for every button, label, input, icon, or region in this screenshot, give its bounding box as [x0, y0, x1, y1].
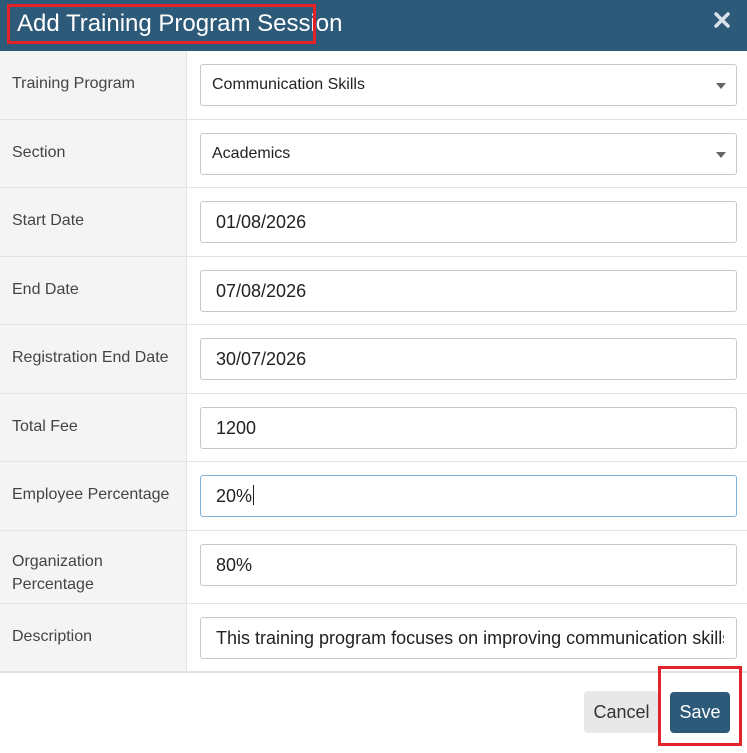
- form-row-registration-end-date: Registration End Date 30/07/2026: [0, 325, 747, 394]
- description-input[interactable]: This training program focuses on improvi…: [200, 617, 737, 659]
- chevron-down-icon: [716, 83, 726, 89]
- form-row-total-fee: Total Fee 1200: [0, 394, 747, 462]
- close-icon[interactable]: [713, 9, 731, 31]
- employee-percentage-value: 20%: [216, 486, 253, 506]
- training-program-select[interactable]: Communication Skills: [200, 64, 737, 106]
- start-date-input[interactable]: 01/08/2026: [200, 201, 737, 243]
- total-fee-label: Total Fee: [12, 418, 78, 435]
- description-value: This training program focuses on improvi…: [216, 628, 724, 648]
- dialog-header: Add Training Program Session: [0, 0, 747, 51]
- organization-percentage-value: 80%: [216, 555, 253, 575]
- organization-percentage-input[interactable]: 80%: [200, 544, 737, 586]
- training-program-label: Training Program: [12, 75, 136, 92]
- end-date-value: 07/08/2026: [216, 281, 307, 301]
- description-label: Description: [12, 628, 93, 645]
- employee-percentage-label: Employee Percentage: [12, 486, 170, 503]
- form-row-start-date: Start Date 01/08/2026: [0, 188, 747, 257]
- training-program-value: Communication Skills: [212, 76, 365, 93]
- registration-end-date-input[interactable]: 30/07/2026: [200, 338, 737, 380]
- start-date-value: 01/08/2026: [216, 212, 307, 232]
- registration-end-date-label: Registration End Date: [12, 349, 169, 366]
- save-highlight-box: [658, 666, 742, 746]
- form-row-section: Section Academics: [0, 120, 747, 188]
- chevron-down-icon: [716, 152, 726, 158]
- total-fee-input[interactable]: 1200: [200, 407, 737, 449]
- dialog-footer: Cancel Save: [0, 666, 747, 753]
- registration-end-date-value: 30/07/2026: [216, 349, 307, 369]
- add-training-session-dialog: Add Training Program Session Training Pr…: [0, 0, 747, 753]
- total-fee-value: 1200: [216, 418, 257, 438]
- organization-percentage-label: Organization Percentage: [12, 553, 103, 593]
- title-highlight-box: [7, 4, 316, 44]
- cancel-button[interactable]: Cancel: [584, 691, 659, 733]
- session-form: Training Program Communication Skills Se…: [0, 51, 747, 672]
- end-date-input[interactable]: 07/08/2026: [200, 270, 737, 312]
- form-row-organization-percentage: Organization Percentage 80%: [0, 531, 747, 604]
- form-row-end-date: End Date 07/08/2026: [0, 257, 747, 325]
- text-cursor: [253, 485, 255, 505]
- form-row-training-program: Training Program Communication Skills: [0, 51, 747, 120]
- employee-percentage-input[interactable]: 20%: [200, 475, 737, 517]
- section-value: Academics: [212, 145, 291, 162]
- section-label: Section: [12, 144, 66, 161]
- end-date-label: End Date: [12, 281, 79, 298]
- form-row-description: Description This training program focuse…: [0, 604, 747, 672]
- form-row-employee-percentage: Employee Percentage 20%: [0, 462, 747, 531]
- start-date-label: Start Date: [12, 212, 85, 229]
- section-select[interactable]: Academics: [200, 133, 737, 175]
